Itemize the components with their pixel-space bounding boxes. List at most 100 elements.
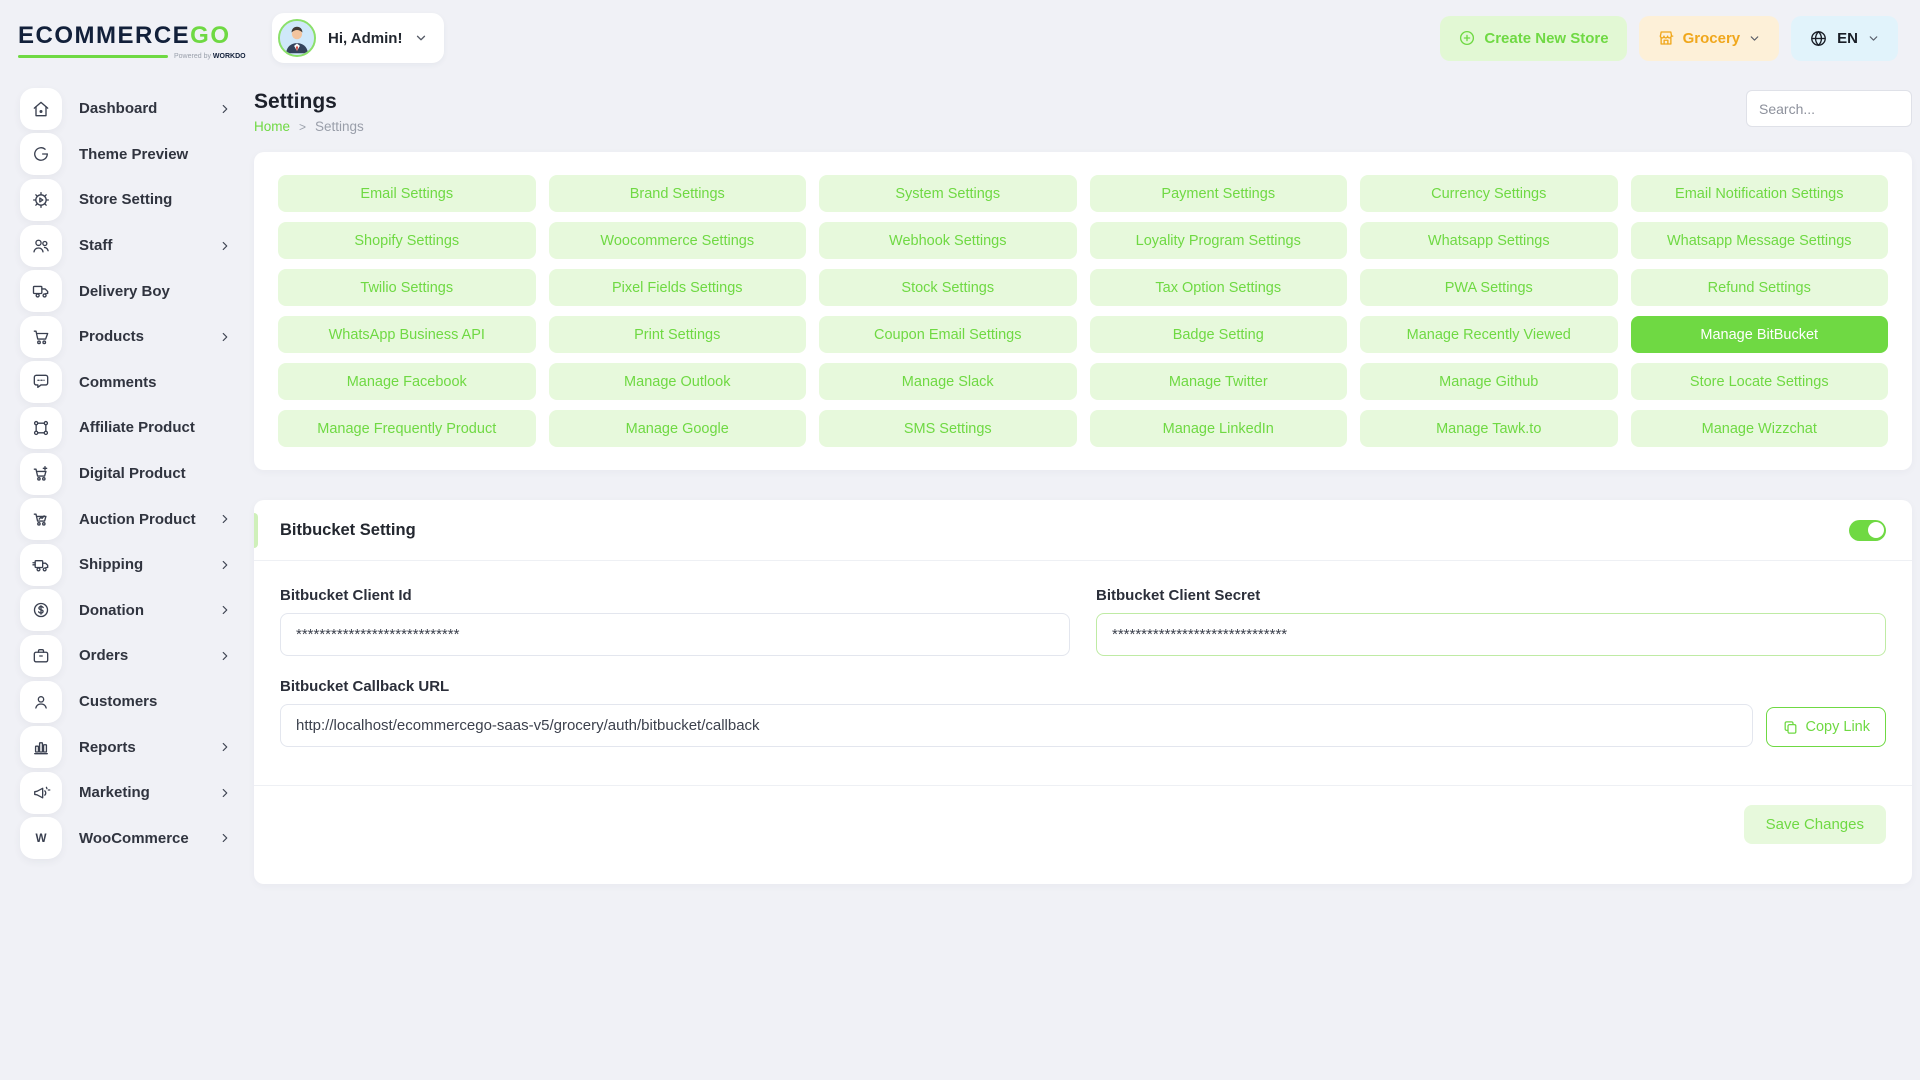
settings-nav-twilio-settings[interactable]: Twilio Settings	[278, 269, 536, 306]
bar-chart-icon	[20, 726, 62, 768]
chevron-right-icon	[218, 239, 232, 253]
settings-nav-whatsapp-business-api[interactable]: WhatsApp Business API	[278, 316, 536, 353]
sidebar-item-label: Delivery Boy	[79, 283, 232, 300]
copy-icon	[1782, 719, 1799, 736]
settings-nav-manage-frequently-product[interactable]: Manage Frequently Product	[278, 410, 536, 447]
settings-nav-woocommerce-settings[interactable]: Woocommerce Settings	[549, 222, 807, 259]
chevron-down-icon	[1748, 32, 1761, 45]
settings-nav-manage-recently-viewed[interactable]: Manage Recently Viewed	[1360, 316, 1618, 353]
settings-nav-card: Email Settings Brand Settings System Setti…	[254, 152, 1912, 470]
settings-nav-payment-settings[interactable]: Payment Settings	[1090, 175, 1348, 212]
breadcrumb-home-link[interactable]: Home	[254, 119, 290, 134]
bitbucket-enable-toggle[interactable]	[1849, 520, 1886, 541]
brand-logo[interactable]: ECOMMERCEGO Powered by WORKDO	[18, 16, 272, 60]
sidebar-item-label: Theme Preview	[79, 146, 232, 163]
settings-nav-manage-outlook[interactable]: Manage Outlook	[549, 363, 807, 400]
sidebar-item-donation[interactable]: Donation	[20, 588, 232, 634]
settings-nav-manage-wizzchat[interactable]: Manage Wizzchat	[1631, 410, 1889, 447]
sidebar-item-digital-product[interactable]: Digital Product	[20, 451, 232, 497]
sidebar-item-auction-product[interactable]: Auction Product	[20, 496, 232, 542]
chevron-down-icon	[1867, 32, 1880, 45]
sidebar-item-label: Staff	[79, 237, 201, 254]
settings-nav-tax-option-settings[interactable]: Tax Option Settings	[1090, 269, 1348, 306]
breadcrumb-separator: >	[299, 120, 306, 134]
sidebar: Dashboard Theme Preview Store Setting Staff…	[0, 76, 254, 861]
settings-nav-manage-tawk-to[interactable]: Manage Tawk.to	[1360, 410, 1618, 447]
chevron-right-icon	[218, 330, 232, 344]
sidebar-item-comments[interactable]: Comments	[20, 360, 232, 406]
sidebar-item-staff[interactable]: Staff	[20, 223, 232, 269]
sidebar-item-customers[interactable]: Customers	[20, 679, 232, 725]
breadcrumb: Home > Settings	[254, 119, 364, 134]
settings-nav-manage-bitbucket[interactable]: Manage BitBucket	[1631, 316, 1889, 353]
save-changes-button[interactable]: Save Changes	[1744, 805, 1886, 844]
create-new-store-button[interactable]: Create New Store	[1440, 16, 1626, 61]
sidebar-item-reports[interactable]: Reports	[20, 724, 232, 770]
sidebar-item-label: Orders	[79, 647, 201, 664]
cart-icon	[20, 316, 62, 358]
sidebar-item-theme-preview[interactable]: Theme Preview	[20, 132, 232, 178]
theme-preview-icon	[20, 133, 62, 175]
settings-nav-whatsapp-settings[interactable]: Whatsapp Settings	[1360, 222, 1618, 259]
settings-nav-manage-slack[interactable]: Manage Slack	[819, 363, 1077, 400]
settings-nav-sms-settings[interactable]: SMS Settings	[819, 410, 1077, 447]
settings-nav-store-locate-settings[interactable]: Store Locate Settings	[1631, 363, 1889, 400]
user-greeting: Hi, Admin!	[328, 30, 402, 47]
settings-nav-loyality-program-settings[interactable]: Loyality Program Settings	[1090, 222, 1348, 259]
settings-nav-pixel-fields-settings[interactable]: Pixel Fields Settings	[549, 269, 807, 306]
settings-nav-email-settings[interactable]: Email Settings	[278, 175, 536, 212]
sidebar-item-dashboard[interactable]: Dashboard	[20, 86, 232, 132]
settings-nav-brand-settings[interactable]: Brand Settings	[549, 175, 807, 212]
network-icon	[20, 407, 62, 449]
settings-nav-print-settings[interactable]: Print Settings	[549, 316, 807, 353]
sidebar-item-products[interactable]: Products	[20, 314, 232, 360]
panel-accent-bar	[254, 513, 258, 548]
sidebar-item-label: Customers	[79, 693, 232, 710]
sidebar-item-label: Auction Product	[79, 511, 201, 528]
sidebar-item-label: Affiliate Product	[79, 419, 232, 436]
settings-nav-email-notification-settings[interactable]: Email Notification Settings	[1631, 175, 1889, 212]
search-input[interactable]	[1746, 90, 1912, 127]
settings-nav-currency-settings[interactable]: Currency Settings	[1360, 175, 1618, 212]
settings-nav-pwa-settings[interactable]: PWA Settings	[1360, 269, 1618, 306]
page-title: Settings	[254, 90, 364, 114]
user-menu[interactable]: Hi, Admin!	[272, 13, 444, 63]
chevron-down-icon	[414, 31, 428, 45]
chevron-right-icon	[218, 831, 232, 845]
settings-nav-refund-settings[interactable]: Refund Settings	[1631, 269, 1889, 306]
settings-nav-badge-setting[interactable]: Badge Setting	[1090, 316, 1348, 353]
settings-nav-coupon-email-settings[interactable]: Coupon Email Settings	[819, 316, 1077, 353]
copy-link-button[interactable]: Copy Link	[1766, 707, 1886, 747]
sidebar-item-store-setting[interactable]: Store Setting	[20, 177, 232, 223]
settings-nav-system-settings[interactable]: System Settings	[819, 175, 1077, 212]
avatar	[278, 19, 316, 57]
sidebar-item-label: Marketing	[79, 784, 201, 801]
main-content: Settings Home > Settings Email Settings B…	[254, 76, 1920, 884]
language-selector[interactable]: EN	[1791, 16, 1898, 61]
sidebar-item-woocommerce[interactable]: WWooCommerce	[20, 816, 232, 862]
chevron-right-icon	[218, 512, 232, 526]
settings-nav-stock-settings[interactable]: Stock Settings	[819, 269, 1077, 306]
sidebar-item-delivery-boy[interactable]: Delivery Boy	[20, 268, 232, 314]
settings-nav-manage-linkedin[interactable]: Manage LinkedIn	[1090, 410, 1348, 447]
chevron-right-icon	[218, 558, 232, 572]
settings-nav-manage-google[interactable]: Manage Google	[549, 410, 807, 447]
sidebar-item-marketing[interactable]: Marketing	[20, 770, 232, 816]
callback-url-input[interactable]	[280, 704, 1753, 747]
settings-nav-manage-github[interactable]: Manage Github	[1360, 363, 1618, 400]
sidebar-item-orders[interactable]: Orders	[20, 633, 232, 679]
settings-nav-whatsapp-message-settings[interactable]: Whatsapp Message Settings	[1631, 222, 1889, 259]
store-switcher-button[interactable]: Grocery	[1639, 16, 1780, 61]
panel-title: Bitbucket Setting	[280, 521, 416, 540]
settings-nav-manage-facebook[interactable]: Manage Facebook	[278, 363, 536, 400]
settings-nav-webhook-settings[interactable]: Webhook Settings	[819, 222, 1077, 259]
sidebar-item-label: Digital Product	[79, 465, 232, 482]
client-secret-label: Bitbucket Client Secret	[1096, 587, 1886, 604]
sidebar-item-affiliate-product[interactable]: Affiliate Product	[20, 405, 232, 451]
settings-nav-manage-twitter[interactable]: Manage Twitter	[1090, 363, 1348, 400]
sidebar-item-shipping[interactable]: Shipping	[20, 542, 232, 588]
settings-nav-shopify-settings[interactable]: Shopify Settings	[278, 222, 536, 259]
client-secret-input[interactable]	[1096, 613, 1886, 656]
client-id-input[interactable]	[280, 613, 1070, 656]
settings-nav-grid: Email Settings Brand Settings System Setti…	[278, 175, 1888, 447]
